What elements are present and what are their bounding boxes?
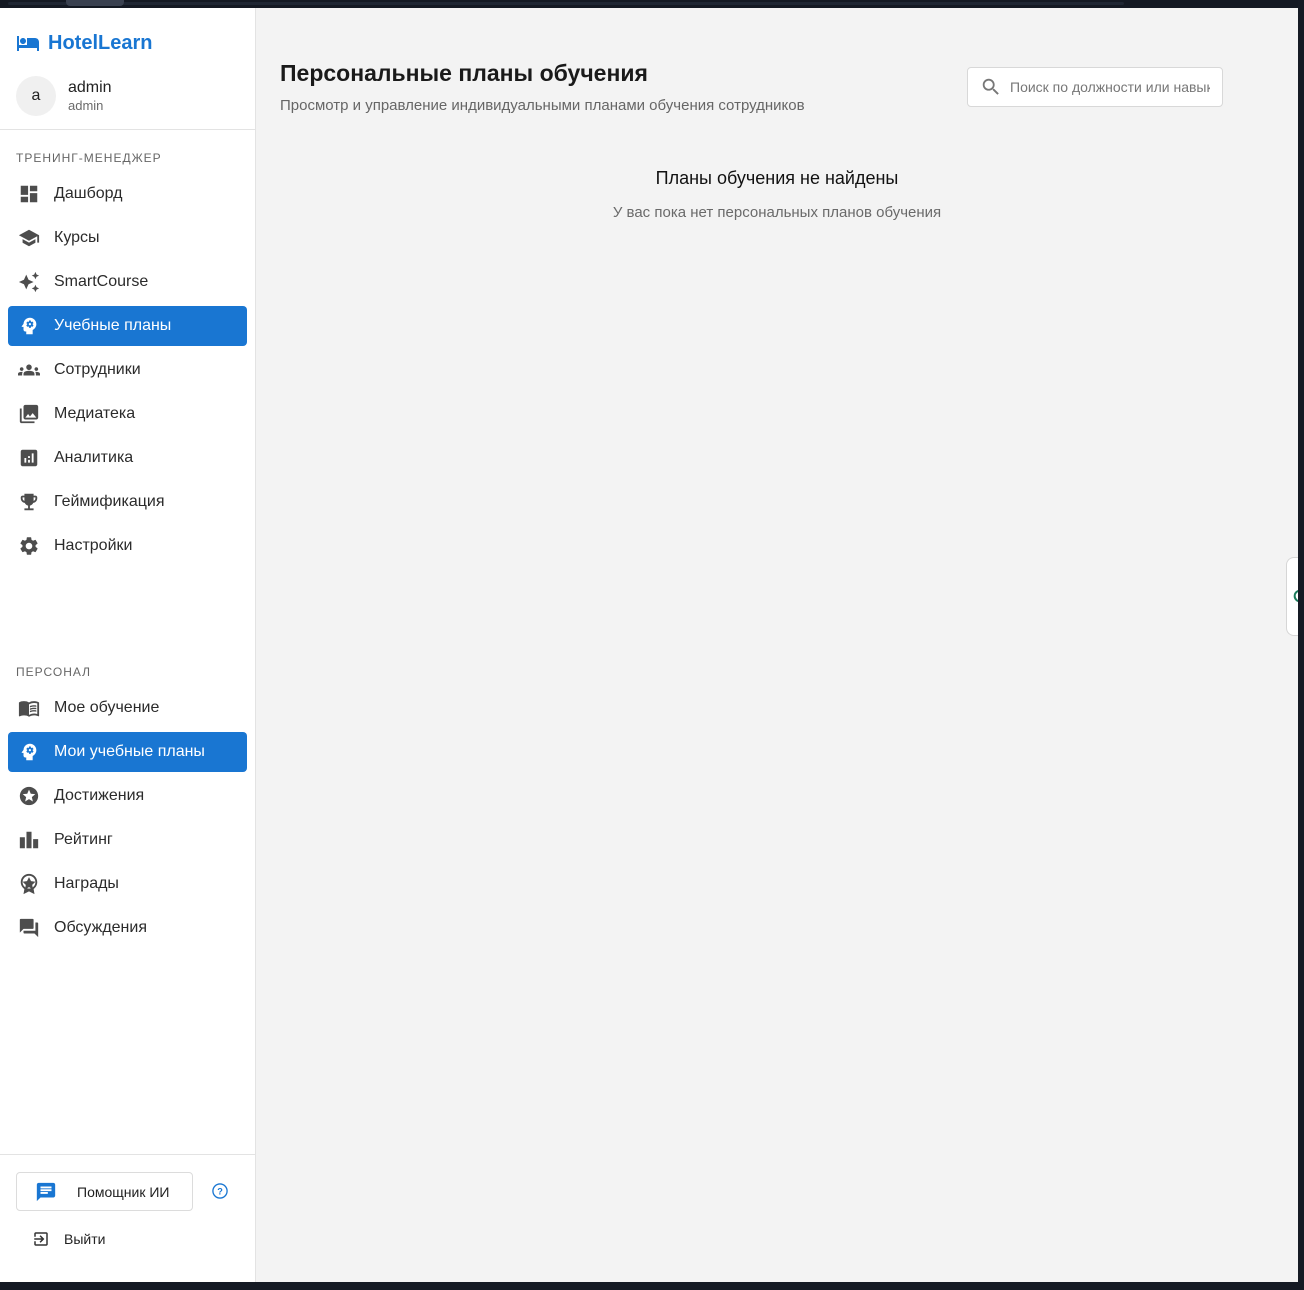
browser-tab-ghost (66, 0, 124, 6)
psychology-icon (21, 743, 37, 761)
sidebar-item-label: Учебные планы (54, 317, 172, 334)
browser-toolbar-shadow (8, 2, 1124, 5)
sidebar-item-label: Аналитика (54, 449, 134, 466)
empty-state-title: Планы обучения не найдены (655, 168, 899, 188)
photo-library-icon (19, 404, 39, 424)
sidebar-item-my-learning[interactable]: Мое обучение (8, 688, 247, 728)
floating-side-tab[interactable] (1286, 557, 1298, 636)
sidebar-item-courses[interactable]: Курсы (8, 218, 247, 258)
section-title-personal: ПЕРСОНАЛ (16, 665, 92, 679)
brand-name: HotelLearn (48, 31, 153, 54)
sidebar-item-rating[interactable]: Рейтинг (8, 820, 247, 860)
sidebar-item-rewards[interactable]: Награды (8, 864, 247, 904)
browser-top-strip (0, 0, 1304, 8)
sidebar-item-label: Награды (54, 875, 119, 892)
trophy-icon (20, 493, 38, 511)
sidebar-item-label: SmartCourse (54, 273, 149, 290)
analytics-icon (20, 449, 38, 467)
main-content: Персональные планы обучения Просмотр и у… (256, 8, 1298, 1282)
dashboard-icon (20, 185, 38, 203)
brand-logo[interactable]: HotelLearn (16, 30, 152, 56)
award-icon (20, 873, 38, 895)
logout-label: Выйти (64, 1231, 106, 1247)
sidebar: HotelLearn a admin admin ТРЕНИНГ-МЕНЕДЖЕ… (0, 8, 256, 1282)
star-badge-icon (19, 786, 39, 806)
sidebar-item-label: Мое обучение (54, 699, 160, 716)
ai-assistant-label: Помощник ИИ (77, 1183, 170, 1200)
search-input[interactable] (1010, 79, 1210, 95)
sparkle-icon (18, 271, 40, 293)
sidebar-item-settings[interactable]: Настройки (8, 526, 247, 566)
sidebar-item-analytics[interactable]: Аналитика (8, 438, 247, 478)
divider (0, 1154, 255, 1155)
user-profile[interactable]: a admin admin (16, 76, 112, 116)
page-title: Персональные планы обучения (280, 60, 648, 86)
book-icon (18, 701, 40, 717)
sidebar-item-achievements[interactable]: Достижения (8, 776, 247, 816)
sidebar-item-my-learning-plans[interactable]: Мои учебные планы (8, 732, 247, 772)
logout-button[interactable]: Выйти (32, 1227, 105, 1251)
avatar: a (16, 76, 56, 116)
sidebar-item-smartcourse[interactable]: SmartCourse (8, 262, 247, 302)
sidebar-item-label: Курсы (54, 229, 100, 246)
ai-assistant-button[interactable]: Помощник ИИ (16, 1172, 193, 1211)
psychology-icon (21, 317, 37, 335)
sidebar-item-employees[interactable]: Сотрудники (8, 350, 247, 390)
svg-text:?: ? (217, 1186, 223, 1196)
app-window: HotelLearn a admin admin ТРЕНИНГ-МЕНЕДЖЕ… (0, 8, 1298, 1282)
hotel-bed-icon (17, 36, 39, 51)
screen-right-edge (1298, 0, 1304, 1290)
screen-bottom-edge (0, 1282, 1304, 1290)
chat-icon (36, 1182, 56, 1201)
sidebar-item-label: Сотрудники (54, 361, 141, 378)
sidebar-item-label: Рейтинг (54, 831, 113, 848)
gear-icon (20, 537, 38, 555)
divider (0, 129, 255, 130)
leaderboard-icon (19, 831, 39, 849)
sidebar-item-label: Настройки (54, 537, 133, 554)
sidebar-item-gamification[interactable]: Геймификация (8, 482, 247, 522)
user-name: admin (68, 79, 112, 96)
school-icon (18, 229, 40, 247)
sidebar-item-label: Дашборд (54, 185, 123, 202)
search-icon (982, 78, 999, 95)
sidebar-item-label: Мои учебные планы (54, 743, 205, 760)
help-icon[interactable]: ? (210, 1181, 230, 1201)
sidebar-item-label: Обсуждения (54, 919, 147, 936)
logout-icon (34, 1232, 48, 1246)
search-box[interactable] (967, 67, 1223, 107)
sidebar-item-label: Достижения (54, 787, 145, 804)
sidebar-item-label: Геймификация (54, 493, 165, 510)
sidebar-item-learning-plans[interactable]: Учебные планы (8, 306, 247, 346)
grammar-assistant-icon (1293, 589, 1298, 603)
sidebar-item-label: Медиатека (54, 405, 136, 422)
section-title-trainer: ТРЕНИНГ-МЕНЕДЖЕР (16, 151, 162, 165)
empty-state-subtitle: У вас пока нет персональных планов обуче… (612, 204, 942, 221)
user-role: admin (68, 98, 104, 113)
page-subtitle: Просмотр и управление индивидуальными пл… (280, 97, 805, 114)
people-icon (18, 364, 40, 376)
sidebar-item-media-library[interactable]: Медиатека (8, 394, 247, 434)
forum-icon (19, 918, 39, 938)
sidebar-item-discussions[interactable]: Обсуждения (8, 908, 247, 948)
sidebar-item-dashboard[interactable]: Дашборд (8, 174, 247, 214)
